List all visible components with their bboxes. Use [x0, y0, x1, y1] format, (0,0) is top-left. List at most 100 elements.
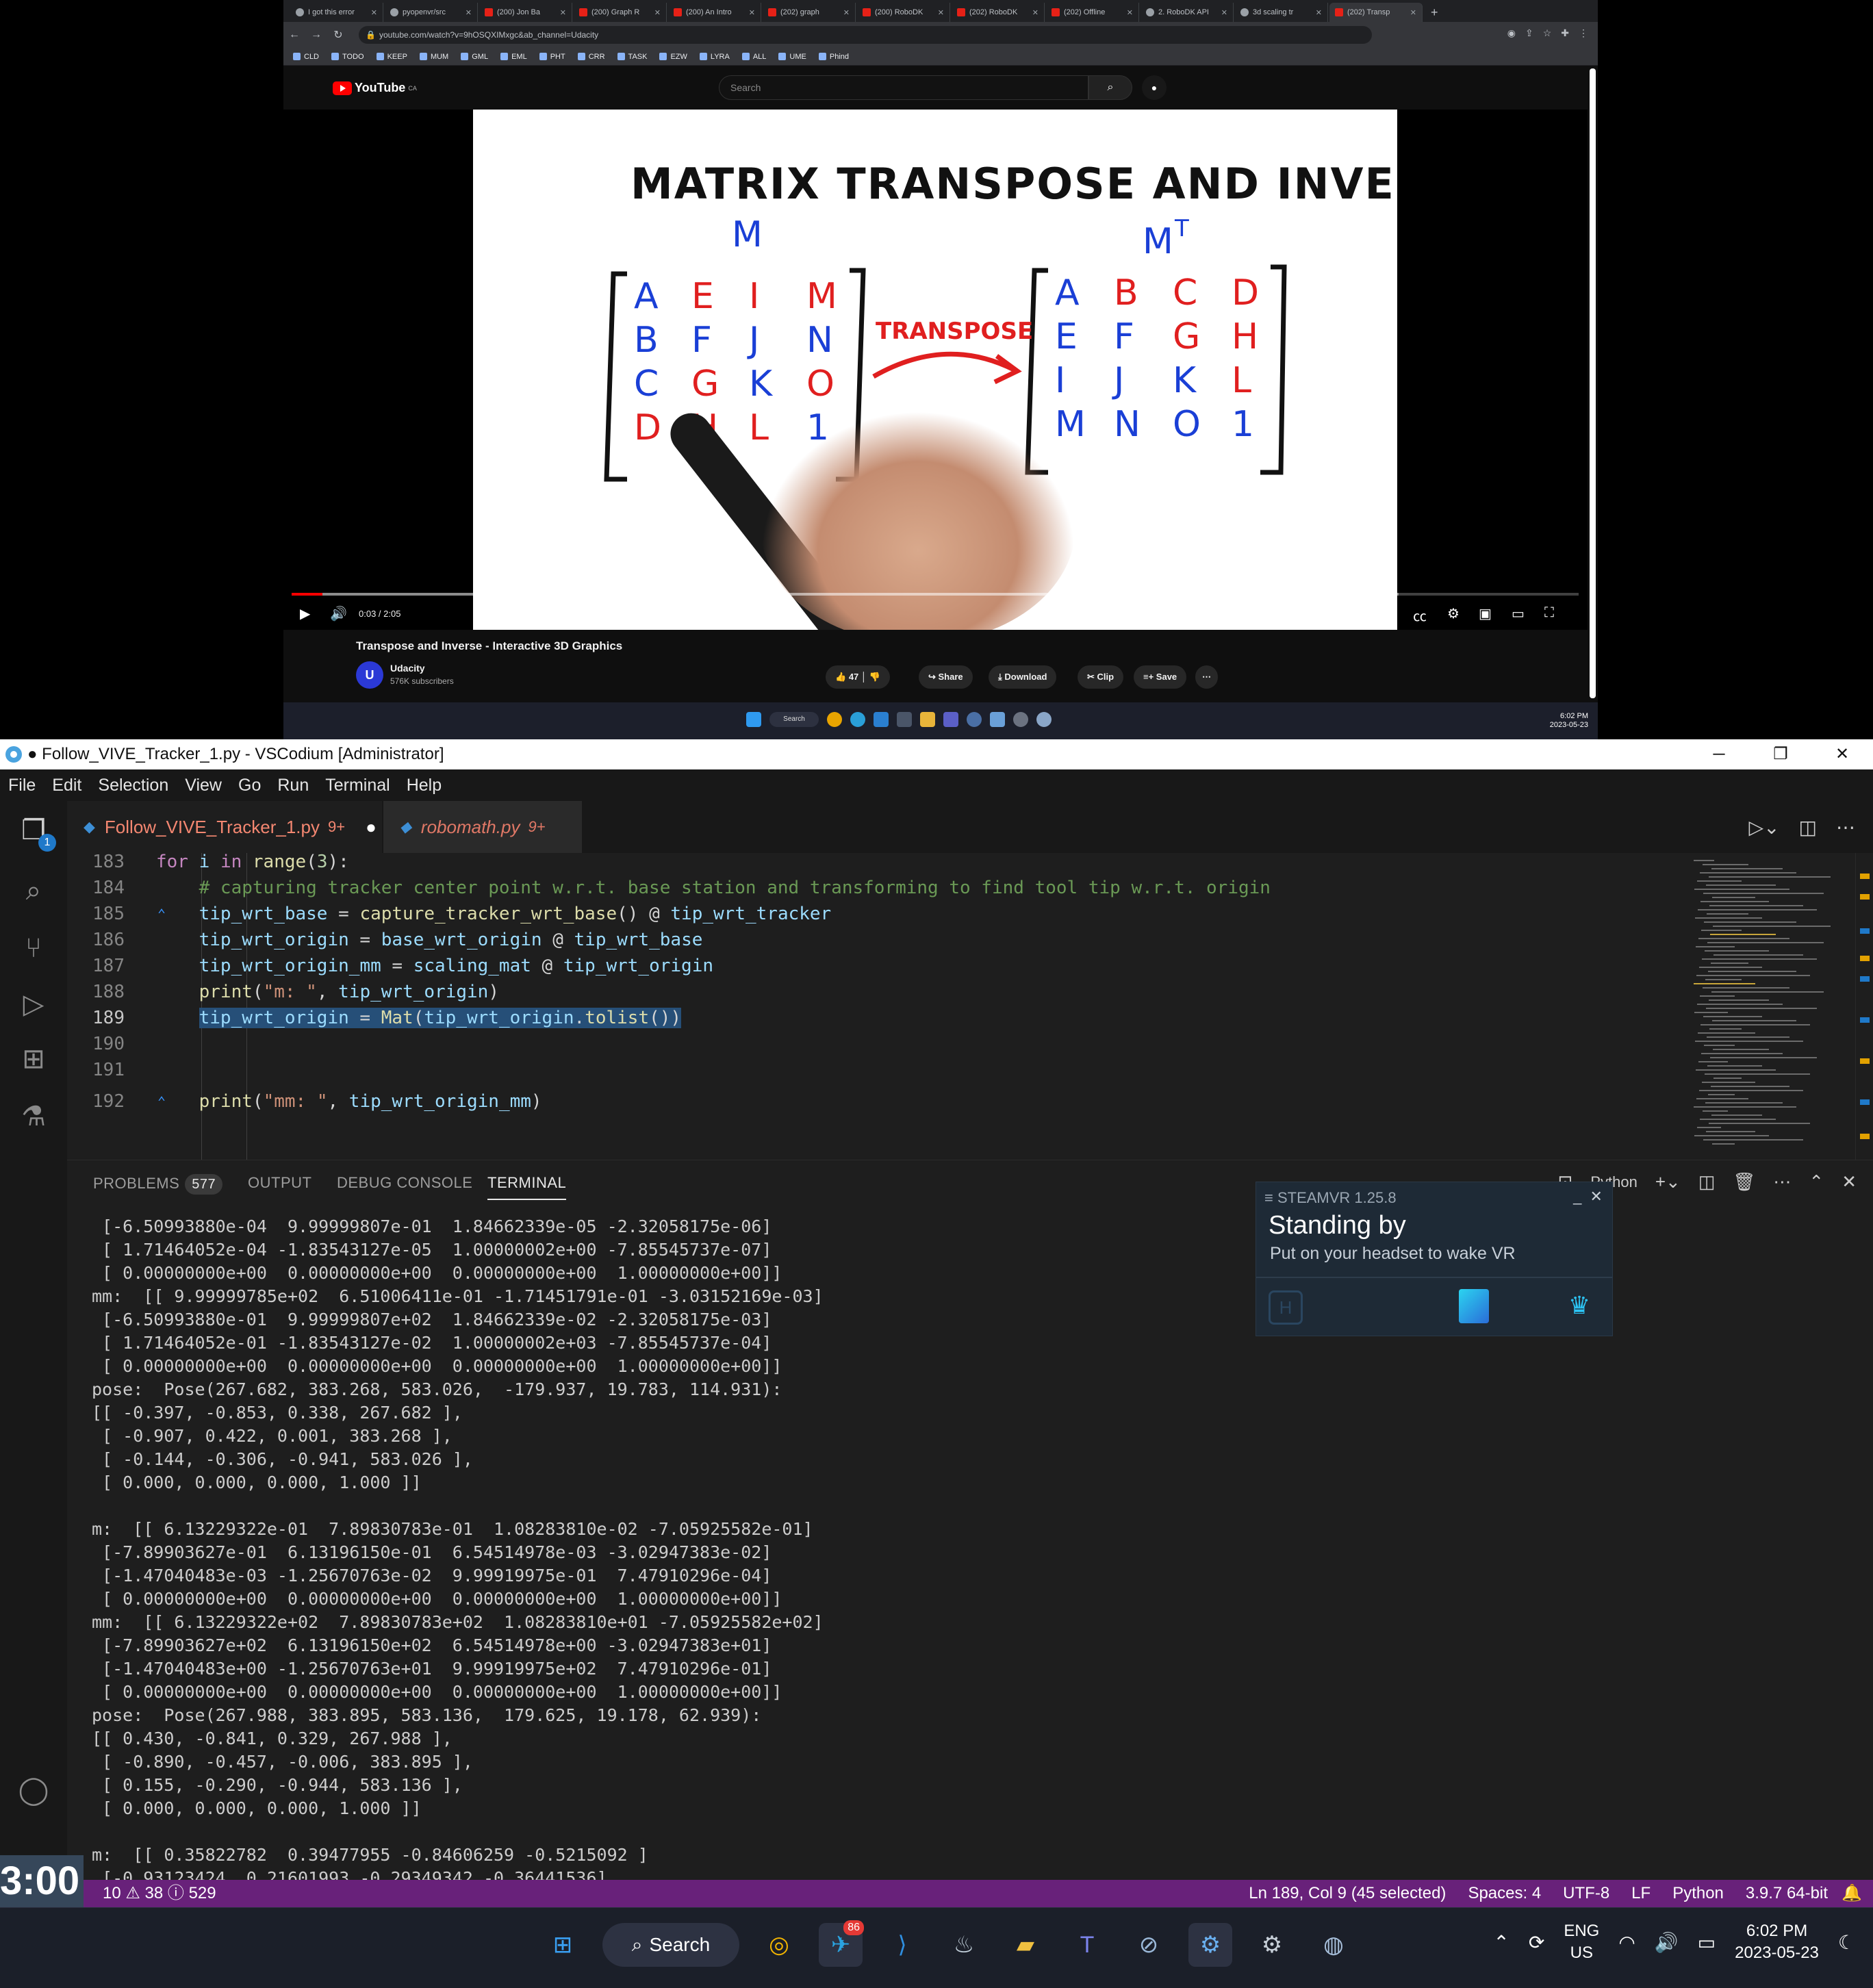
encoding[interactable]: UTF-8 [1563, 1880, 1609, 1907]
code-line[interactable]: 188 print("m: ", tip_wrt_origin) [67, 979, 1696, 1005]
reload-icon[interactable]: ↻ [327, 28, 349, 42]
bookmark-item[interactable]: PHT [539, 53, 565, 61]
battery-icon[interactable]: ▭ [1698, 1931, 1716, 1954]
maximize-panel-icon[interactable]: ⌃ [1809, 1171, 1824, 1193]
focus-assist-icon[interactable]: ☾ [1838, 1931, 1855, 1954]
volume-icon[interactable]: 🔊 [1655, 1931, 1679, 1954]
tab-close-icon[interactable]: ✕ [841, 8, 850, 17]
python-interpreter[interactable]: 3.9.7 64-bit [1746, 1880, 1828, 1907]
overview-ruler[interactable] [1855, 853, 1873, 1160]
tab-debug-console[interactable]: DEBUG CONSOLE [337, 1174, 472, 1192]
browser-tab[interactable]: (202) graph ✕ [763, 3, 856, 22]
browser-tab[interactable]: (200) Graph R ✕ [574, 3, 667, 22]
menu-item-help[interactable]: Help [407, 776, 442, 795]
tab-close-icon[interactable]: ✕ [557, 8, 566, 17]
miniplayer-icon[interactable]: ▣ [1479, 605, 1492, 622]
search-icon[interactable]: ⌕ [1088, 75, 1132, 100]
unsaved-dot-icon[interactable]: ● [366, 817, 377, 838]
puzzle-icon[interactable]: ✚ [1561, 27, 1569, 39]
more-icon[interactable]: ⋯ [1836, 816, 1855, 839]
tab-close-icon[interactable]: ✕ [1407, 8, 1416, 17]
taskbar-search[interactable]: ⌕ Search [602, 1923, 739, 1967]
bookmark-item[interactable]: UME [778, 53, 806, 61]
new-terminal-icon[interactable]: +⌄ [1655, 1171, 1681, 1193]
settings-icon[interactable]: ⚙ [1447, 605, 1460, 622]
steam-icon[interactable]: ♨ [942, 1923, 986, 1967]
split-editor-icon[interactable]: ◫ [1799, 816, 1817, 839]
file-explorer-icon[interactable]: ▰ [1004, 1923, 1047, 1967]
menu-dots-icon[interactable]: ⋮ [1579, 27, 1588, 39]
explorer-icon[interactable]: ❐ 1 [16, 813, 56, 852]
run-debug-icon[interactable]: ▷ [16, 987, 51, 1021]
code-line[interactable]: 190 [67, 1031, 1696, 1057]
tab-close-icon[interactable]: ✕ [1030, 8, 1039, 17]
bookmark-item[interactable]: GML [461, 53, 488, 61]
vr-icon[interactable]: ◍ [1312, 1923, 1355, 1967]
fold-chevron-icon[interactable]: ⌃ [157, 901, 166, 927]
code-line[interactable]: 183 for i in range(3): [67, 853, 1696, 875]
channel-name[interactable]: Udacity [390, 663, 425, 674]
tab-follow-vive-tracker[interactable]: ◆ Follow_VIVE_Tracker_1.py 9+ ● [67, 801, 382, 853]
code-line[interactable]: 186 tip_wrt_origin = base_wrt_origin @ t… [67, 927, 1696, 953]
autoplay-toggle-icon[interactable]: ⏺ [1379, 605, 1386, 621]
menu-item-terminal[interactable]: Terminal [325, 776, 390, 795]
minimize-icon[interactable]: ─ [1688, 739, 1750, 769]
google-lens-icon[interactable]: ◉ [1507, 27, 1516, 39]
tab-close-icon[interactable]: ✕ [1124, 8, 1133, 17]
browser-tab[interactable]: I got this error ✕ [290, 3, 383, 22]
youtube-logo[interactable]: YouTube CA [333, 81, 417, 95]
tab-output[interactable]: OUTPUT [248, 1174, 311, 1192]
browser-tab[interactable]: (200) Jon Ba ✕ [479, 3, 572, 22]
language-mode[interactable]: Python [1672, 1880, 1724, 1907]
bookmark-item[interactable]: Phind [818, 53, 849, 61]
menu-item-view[interactable]: View [185, 776, 222, 795]
chrome-icon[interactable]: ◎ [757, 1923, 801, 1967]
tab-robomath[interactable]: ◆ robomath.py 9+ [383, 801, 582, 853]
bookmark-item[interactable]: TASK [617, 53, 647, 61]
code-line[interactable]: 187 tip_wrt_origin_mm = scaling_mat @ ti… [67, 953, 1696, 979]
code-line[interactable]: 192 print("mm: ", tip_wrt_origin_mm) ⌃ [67, 1088, 1696, 1114]
video-progress-bar[interactable] [292, 593, 1579, 596]
fold-chevron-icon[interactable]: ⌃ [157, 1088, 166, 1114]
menu-item-file[interactable]: File [8, 776, 36, 795]
extensions-icon[interactable]: ⊞ [16, 1042, 51, 1076]
run-icon[interactable]: ▷⌄ [1749, 816, 1780, 839]
bookmark-item[interactable]: CRR [577, 53, 605, 61]
scrollbar-thumb[interactable] [1590, 68, 1596, 698]
share-button[interactable]: ↪ Share [919, 665, 973, 689]
tab-close-icon[interactable]: ✕ [746, 8, 755, 17]
channel-avatar[interactable]: U [356, 661, 383, 689]
close-panel-icon[interactable]: ✕ [1842, 1171, 1857, 1193]
tab-problems[interactable]: PROBLEMS 577 [93, 1174, 223, 1195]
bookmark-item[interactable]: EZW [659, 53, 687, 61]
video-player[interactable]: MATRIX TRANSPOSE AND INVERSE M M T TRANS… [283, 110, 1588, 630]
menu-item-go[interactable]: Go [238, 776, 261, 795]
more-icon[interactable]: ⋯ [1773, 1171, 1791, 1193]
code-line[interactable]: 189 tip_wrt_origin = Mat(tip_wrt_origin.… [67, 1005, 1696, 1031]
problems-status[interactable]: 10 ⚠ 38 ⓘ 529 [103, 1880, 216, 1907]
url-field[interactable]: 🔒 youtube.com/watch?v=9hOSQXIMxgc&ab_cha… [359, 26, 1372, 44]
search-icon[interactable]: ⌕ [16, 874, 51, 908]
forward-icon[interactable]: → [305, 29, 327, 41]
tray-chevron-icon[interactable]: ⌃ [1493, 1931, 1509, 1954]
account-icon[interactable]: ◯ [16, 1773, 51, 1807]
taskbar-clock[interactable]: 6:02 PM 2023-05-23 [1735, 1920, 1819, 1964]
play-icon[interactable]: ▶ [300, 605, 310, 622]
bookmark-item[interactable]: TODO [331, 53, 364, 61]
tab-close-icon[interactable]: ✕ [1219, 8, 1227, 17]
teams-icon[interactable]: T [1065, 1923, 1109, 1967]
browser-tab[interactable]: (202) Offline ✕ [1046, 3, 1139, 22]
save-button[interactable]: ≡+ Save [1134, 665, 1187, 689]
like-button[interactable]: 👍 47 │ 👎 [826, 665, 890, 689]
more-actions-icon[interactable]: ⋯ [1195, 665, 1218, 689]
bookmark-item[interactable]: CLD [293, 53, 319, 61]
code-editor[interactable]: 183 for i in range(3): 184 # capturing tra… [67, 853, 1873, 1160]
captions-icon[interactable]: ㏄ [1413, 605, 1427, 625]
bookmark-item[interactable]: MUM [419, 53, 448, 61]
volume-icon[interactable]: 🔊 [330, 605, 347, 622]
clip-button[interactable]: ✂ Clip [1078, 665, 1124, 689]
notifications-bell-icon[interactable]: 🔔 [1842, 1880, 1862, 1907]
back-icon[interactable]: ← [283, 29, 305, 41]
youtube-search-input[interactable]: Search [719, 75, 1088, 100]
theater-icon[interactable]: ▭ [1512, 605, 1525, 622]
